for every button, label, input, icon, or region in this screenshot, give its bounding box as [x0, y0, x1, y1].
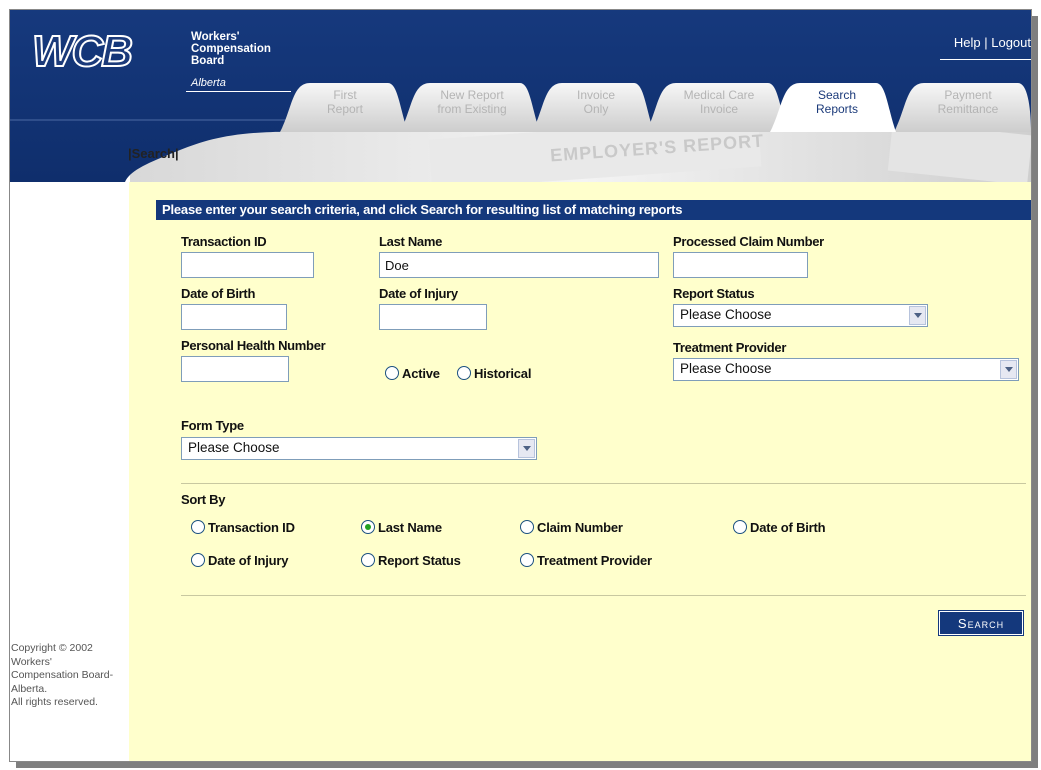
- tab-invoice-only[interactable]: Invoice Only: [546, 81, 646, 129]
- sort-report-status-radio[interactable]: Report Status: [361, 553, 461, 568]
- help-link[interactable]: Help: [954, 35, 981, 50]
- sort-option-label: Report Status: [378, 553, 461, 568]
- tab-payment-remittance[interactable]: Payment Remittance: [908, 81, 1028, 129]
- tab-first-report[interactable]: First Report: [290, 81, 400, 129]
- tab-label-line2: Invoice: [699, 102, 739, 116]
- active-radio-label: Active: [402, 366, 440, 381]
- tab-label-line2: Report: [326, 102, 364, 116]
- chevron-down-icon[interactable]: [518, 439, 535, 458]
- tab-search-reports[interactable]: Search Reports: [784, 81, 890, 129]
- sort-by-label: Sort By: [181, 492, 226, 507]
- tab-label-line2: Only: [583, 102, 609, 116]
- active-radio[interactable]: Active: [385, 366, 440, 381]
- doi-input[interactable]: [379, 304, 487, 330]
- window-shadow-bottom: [16, 762, 1037, 768]
- copyright-line: Workers': [11, 655, 52, 668]
- form-type-value: Please Choose: [188, 440, 280, 455]
- tab-new-report-from-existing[interactable]: New Report from Existing: [414, 81, 530, 129]
- phn-input[interactable]: [181, 356, 289, 382]
- historical-radio-label: Historical: [474, 366, 532, 381]
- radio-selected-icon: [361, 520, 375, 534]
- breadcrumb: |Search|: [128, 146, 179, 161]
- radio-icon: [520, 553, 534, 567]
- tab-label-line2: from Existing: [437, 102, 507, 116]
- phn-label: Personal Health Number: [181, 338, 326, 353]
- divider: [181, 483, 1026, 484]
- sort-option-label: Transaction ID: [208, 520, 295, 535]
- copyright-line: Compensation Board-: [11, 669, 114, 681]
- copyright: Copyright © 2002 Workers' Compensation B…: [11, 642, 131, 710]
- board-divider: [186, 91, 291, 92]
- radio-icon: [733, 520, 747, 534]
- tab-label-line1: Invoice: [576, 88, 616, 102]
- report-status-value: Please Choose: [680, 307, 772, 322]
- tab-label-line2: Remittance: [937, 102, 999, 116]
- radio-icon: [385, 366, 399, 380]
- instructions-bar: Please enter your search criteria, and c…: [156, 200, 1031, 220]
- board-name-line-2: Compensation: [191, 43, 271, 55]
- form-type-label: Form Type: [181, 418, 244, 433]
- app-window: WCB Workers' Compensation Board Alberta …: [9, 9, 1032, 762]
- sort-option-label: Date of Injury: [208, 553, 289, 568]
- divider: [181, 595, 1026, 596]
- radio-icon: [191, 520, 205, 534]
- sort-transaction-id-radio[interactable]: Transaction ID: [191, 520, 295, 535]
- sort-treatment-provider-radio[interactable]: Treatment Provider: [520, 553, 652, 568]
- form-type-select[interactable]: Please Choose: [181, 437, 537, 460]
- transaction-id-label: Transaction ID: [181, 234, 267, 249]
- last-name-label: Last Name: [379, 234, 443, 249]
- historical-radio[interactable]: Historical: [457, 366, 531, 381]
- copyright-line: Alberta.: [11, 682, 48, 695]
- header: WCB Workers' Compensation Board Alberta …: [10, 10, 1031, 182]
- dob-label: Date of Birth: [181, 286, 256, 301]
- tab-label-line1: First: [333, 88, 357, 102]
- claim-number-input[interactable]: [673, 252, 808, 278]
- top-links-underline: [940, 59, 1031, 60]
- sort-option-label: Date of Birth: [750, 520, 826, 535]
- radio-icon: [191, 553, 205, 567]
- board-province: Alberta: [191, 77, 226, 89]
- sort-last-name-radio[interactable]: Last Name: [361, 520, 442, 535]
- radio-icon: [520, 520, 534, 534]
- sort-doi-radio[interactable]: Date of Injury: [191, 553, 288, 568]
- board-name-line-3: Board: [191, 55, 225, 67]
- treatment-provider-label: Treatment Provider: [673, 340, 787, 355]
- treatment-provider-select[interactable]: Please Choose: [673, 358, 1019, 381]
- search-button[interactable]: Search: [938, 610, 1024, 636]
- last-name-input[interactable]: [379, 252, 659, 278]
- report-status-label: Report Status: [673, 286, 755, 301]
- report-status-select[interactable]: Please Choose: [673, 304, 928, 327]
- sort-option-label: Last Name: [378, 520, 442, 535]
- radio-icon: [457, 366, 471, 380]
- claim-number-label: Processed Claim Number: [673, 234, 824, 249]
- copyright-line: All rights reserved.: [11, 696, 98, 708]
- doi-label: Date of Injury: [379, 286, 458, 301]
- tab-label-line1: Search: [817, 88, 857, 102]
- chevron-down-icon[interactable]: [1000, 360, 1017, 379]
- search-form-panel: Please enter your search criteria, and c…: [129, 182, 1031, 761]
- chevron-down-icon[interactable]: [909, 306, 926, 325]
- logout-link[interactable]: Logout: [991, 35, 1031, 50]
- sort-dob-radio[interactable]: Date of Birth: [733, 520, 826, 535]
- tab-label-line1: Medical Care: [683, 88, 755, 102]
- top-links: Help | Logout: [954, 35, 1031, 50]
- sort-option-label: Claim Number: [537, 520, 623, 535]
- sort-claim-number-radio[interactable]: Claim Number: [520, 520, 623, 535]
- radio-icon: [361, 553, 375, 567]
- transaction-id-input[interactable]: [181, 252, 314, 278]
- tab-label-line1: New Report: [440, 88, 504, 102]
- treatment-provider-value: Please Choose: [680, 361, 772, 376]
- board-name-line-1: Workers': [191, 31, 240, 43]
- wcb-logo: WCB: [31, 27, 134, 77]
- board-name: Workers' Compensation Board: [191, 31, 271, 67]
- dob-input[interactable]: [181, 304, 287, 330]
- copyright-line: Copyright © 2002: [11, 642, 93, 654]
- link-separator: |: [984, 35, 988, 50]
- tab-label-line2: Reports: [815, 102, 859, 116]
- tab-medical-care-invoice[interactable]: Medical Care Invoice: [660, 81, 778, 129]
- sort-option-label: Treatment Provider: [537, 553, 652, 568]
- tab-label-line1: Payment: [944, 88, 992, 102]
- window-shadow-right: [1032, 16, 1038, 768]
